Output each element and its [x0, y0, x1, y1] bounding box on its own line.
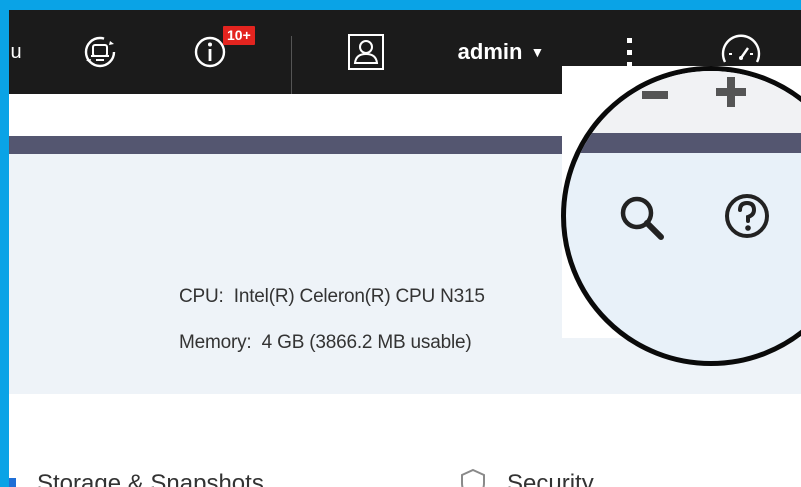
app-security[interactable]: Security	[507, 470, 594, 487]
user-icon	[348, 34, 384, 70]
app-window: u 10+ admin ▼ CPU: Intel(R) Celeron(R) C…	[9, 10, 801, 487]
user-button[interactable]	[341, 10, 391, 94]
app-storage-snapshots[interactable]: Storage & Snapshots	[37, 470, 264, 487]
toolbar-divider	[291, 36, 292, 94]
magnifier-stripe	[566, 133, 801, 153]
admin-label: admin	[457, 39, 523, 64]
cpu-value: Intel(R) Celeron(R) CPU N315	[233, 286, 485, 307]
sync-icon	[84, 36, 116, 68]
info-button[interactable]	[185, 10, 235, 94]
nav-fragment-text: u	[10, 40, 22, 63]
nav-fragment: u	[9, 10, 23, 94]
minus-icon[interactable]	[642, 91, 668, 99]
memory-info: Memory: 4 GB (3866.2 MB usable)	[179, 332, 472, 354]
sync-button[interactable]	[75, 10, 125, 94]
search-icon[interactable]	[613, 189, 673, 249]
memory-value: 4 GB (3866.2 MB usable)	[261, 332, 472, 353]
notification-badge: 10+	[223, 26, 255, 45]
caret-down-icon: ▼	[530, 44, 545, 60]
magnifier-toolbar	[566, 71, 801, 133]
storage-icon	[9, 478, 16, 487]
cpu-label: CPU:	[179, 286, 224, 307]
help-icon[interactable]	[722, 191, 772, 241]
cpu-info: CPU: Intel(R) Celeron(R) CPU N315	[179, 286, 485, 308]
shield-icon	[461, 468, 485, 487]
memory-label: Memory:	[179, 332, 252, 353]
admin-menu[interactable]: admin ▼	[441, 10, 561, 94]
plus-icon[interactable]	[716, 77, 746, 107]
